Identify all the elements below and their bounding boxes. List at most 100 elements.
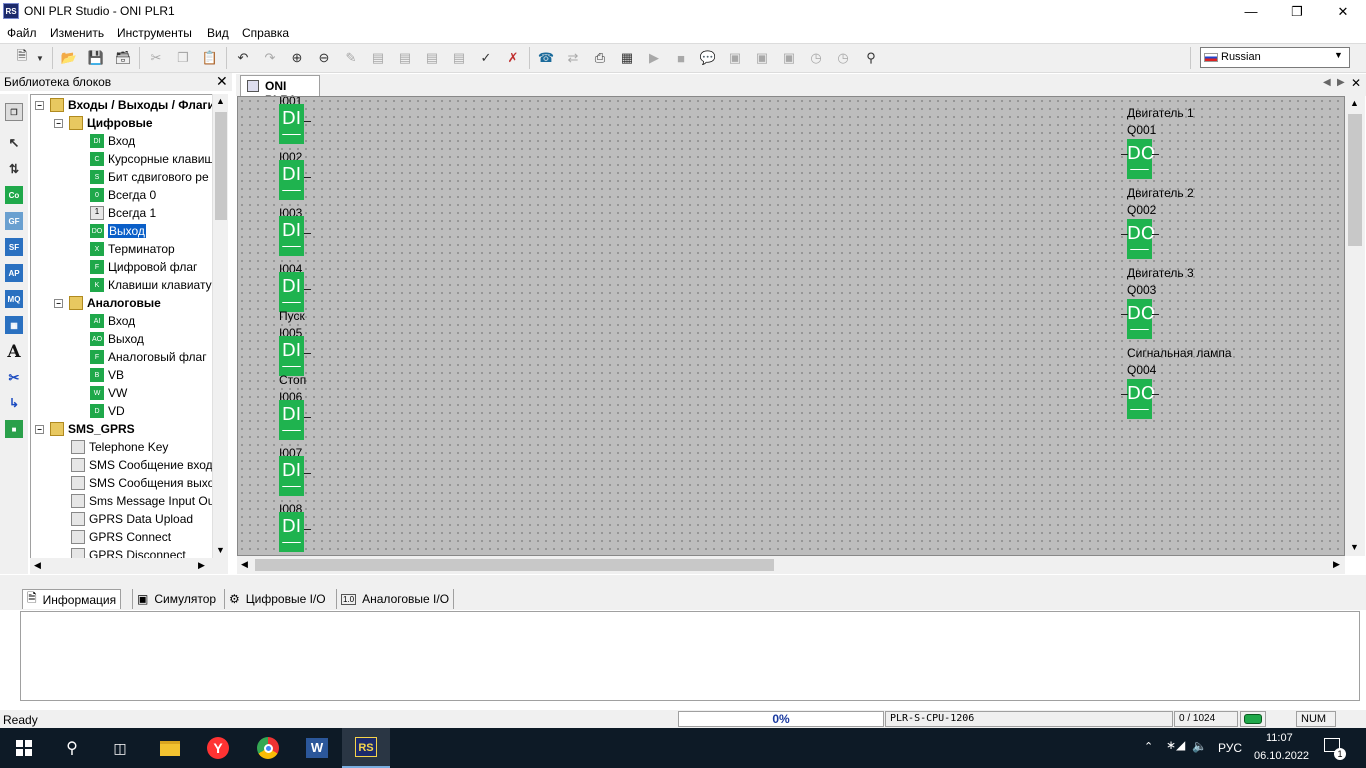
tree-item-sms-out[interactable]: SMS Сообщения выхо	[71, 474, 214, 492]
transfer-icon[interactable]: ⇄	[563, 48, 583, 68]
connect-icon[interactable]: ☎	[536, 48, 556, 68]
scroll-thumb[interactable]	[255, 559, 774, 571]
canvas-horizontal-scrollbar[interactable]: ◀ ▶	[237, 556, 1345, 574]
output-connector-right[interactable]	[1152, 394, 1159, 395]
copy-icon[interactable]: ❐	[173, 48, 193, 68]
search-icon[interactable]: ⚲	[48, 728, 96, 768]
canvas-vertical-scrollbar[interactable]: ▲ ▼	[1345, 96, 1365, 556]
scroll-left-icon[interactable]: ◀	[241, 559, 248, 570]
tree-item-gprs-connect[interactable]: GPRS Connect	[71, 528, 171, 546]
zoom-in-icon[interactable]: ⊕	[287, 48, 307, 68]
output-block[interactable]: DO	[1127, 139, 1155, 179]
tree-item-ao[interactable]: AO Выход	[90, 330, 144, 348]
tree-group-digital[interactable]: − Цифровые	[54, 114, 153, 132]
output-connector[interactable]	[1121, 154, 1128, 155]
output-connector-right[interactable]	[1152, 314, 1159, 315]
start-button[interactable]	[0, 728, 48, 768]
module-icon[interactable]: ▦	[5, 316, 23, 334]
input-block[interactable]: DI	[279, 512, 304, 552]
tree-item-telkey[interactable]: Telephone Key	[71, 438, 168, 456]
run-icon[interactable]: ▶	[644, 48, 664, 68]
volume-icon[interactable]: 🔈	[1192, 739, 1207, 753]
sf-icon[interactable]: SF	[5, 238, 23, 256]
redo-icon[interactable]: ↷	[260, 48, 280, 68]
check-icon[interactable]: ✓	[476, 48, 496, 68]
tree-item-sms-input-out[interactable]: Sms Message Input Ou	[71, 492, 214, 510]
clock-icon[interactable]: ◷	[833, 48, 853, 68]
menu-view[interactable]: Вид	[207, 26, 229, 40]
tree-vertical-scrollbar[interactable]: ▲ ▼	[212, 94, 228, 559]
clock-date[interactable]: 06.10.2022	[1254, 750, 1309, 762]
ap-icon[interactable]: AP	[5, 264, 23, 282]
tree-item-cursor[interactable]: C Курсорные клавиш	[90, 150, 214, 168]
save-icon[interactable]: 💾	[86, 48, 106, 68]
output-connector[interactable]	[1121, 234, 1128, 235]
output-connector[interactable]	[1121, 314, 1128, 315]
input-block[interactable]: DI	[279, 160, 304, 200]
grid-icon[interactable]: ▦	[617, 48, 637, 68]
uncheck-icon[interactable]: ✗	[503, 48, 523, 68]
task-view-icon[interactable]: ◫	[96, 728, 144, 768]
tree-item-vb[interactable]: B VB	[90, 366, 124, 384]
input-connector[interactable]	[304, 473, 311, 474]
output-block[interactable]: DO	[1127, 379, 1155, 419]
cut-icon[interactable]: ✂	[146, 48, 166, 68]
scroll-right-icon[interactable]: ▶	[1333, 559, 1340, 570]
input-block[interactable]: DI	[279, 400, 304, 440]
comment-icon[interactable]: 💬	[698, 48, 718, 68]
menu-tools[interactable]: Инструменты	[117, 26, 192, 40]
tree-item-gprs-upload[interactable]: GPRS Data Upload	[71, 510, 193, 528]
timer-icon[interactable]: ◷	[806, 48, 826, 68]
input-block[interactable]: DI	[279, 336, 304, 376]
stop-icon[interactable]: ■	[671, 48, 691, 68]
tree-item-digital-flag[interactable]: F Цифровой флаг	[90, 258, 197, 276]
tree-item-always0[interactable]: 0 Всегда 0	[90, 186, 156, 204]
menu-help[interactable]: Справка	[242, 26, 289, 40]
tree-item-vw[interactable]: W VW	[90, 384, 127, 402]
text-tool-icon[interactable]: A	[5, 342, 23, 362]
input-connector[interactable]	[304, 353, 311, 354]
tree-item-vd[interactable]: D VD	[90, 402, 125, 420]
block-a-icon[interactable]: ▣	[725, 48, 745, 68]
input-block[interactable]: DI	[279, 104, 304, 144]
input-connector[interactable]	[304, 289, 311, 290]
input-connector[interactable]	[304, 417, 311, 418]
language-select[interactable]: Russian ▼	[1200, 47, 1350, 68]
tab-oni-plr1[interactable]: ONI PLR1	[240, 75, 320, 107]
connect-wire-icon[interactable]: ⇅	[5, 160, 23, 178]
tree-item-output[interactable]: DO Выход	[90, 222, 146, 240]
minimize-button[interactable]: —	[1228, 0, 1274, 23]
input-block[interactable]: DI	[279, 216, 304, 256]
tab-analog-io[interactable]: 1.0 Аналоговые I/O	[336, 589, 455, 609]
save-all-icon[interactable]: 🗃	[113, 48, 133, 68]
explorer-icon[interactable]	[146, 728, 194, 768]
scroll-right-icon[interactable]: ▶	[198, 560, 205, 571]
scroll-down-icon[interactable]: ▼	[216, 545, 225, 555]
menu-file[interactable]: Файл	[7, 26, 37, 40]
scroll-up-icon[interactable]: ▲	[216, 96, 225, 106]
tab-close-icon[interactable]: ✕	[1351, 76, 1361, 90]
block-c-icon[interactable]: ▣	[779, 48, 799, 68]
scissors-icon[interactable]: ✂	[5, 369, 23, 387]
splitter[interactable]	[0, 575, 1366, 586]
output-block[interactable]: DO	[1127, 299, 1155, 339]
mq-icon[interactable]: MQ	[5, 290, 23, 308]
output-block[interactable]: DO	[1127, 219, 1155, 259]
undo-icon[interactable]: ↶	[233, 48, 253, 68]
search-icon[interactable]: ⚲	[861, 48, 881, 68]
tree-horizontal-scrollbar[interactable]: ◀ ▶	[30, 558, 228, 574]
zoom-out-icon[interactable]: ⊖	[314, 48, 334, 68]
diagram-canvas[interactable]: I001 DI I002 DI I003 DI I004 DI Пуск I005 DI Стоп I0…	[237, 96, 1345, 556]
scroll-thumb[interactable]	[1348, 114, 1362, 246]
tree-item-analog-flag[interactable]: F Аналоговый флаг	[90, 348, 207, 366]
new-dropdown-icon[interactable]: ▼	[34, 48, 46, 68]
tree-group-io[interactable]: − Входы / Выходы / Флаги	[35, 96, 215, 114]
output-connector-right[interactable]	[1152, 154, 1159, 155]
tree-item-shift[interactable]: S Бит сдвигового ре	[90, 168, 209, 186]
tree-item-di[interactable]: DI Вход	[90, 132, 135, 150]
tree-item-terminator[interactable]: X Терминатор	[90, 240, 175, 258]
route-icon[interactable]: ↳	[5, 394, 23, 412]
scroll-up-icon[interactable]: ▲	[1350, 98, 1359, 108]
open-icon[interactable]: 📂	[59, 48, 79, 68]
tab-prev-icon[interactable]: ◀	[1323, 77, 1331, 88]
